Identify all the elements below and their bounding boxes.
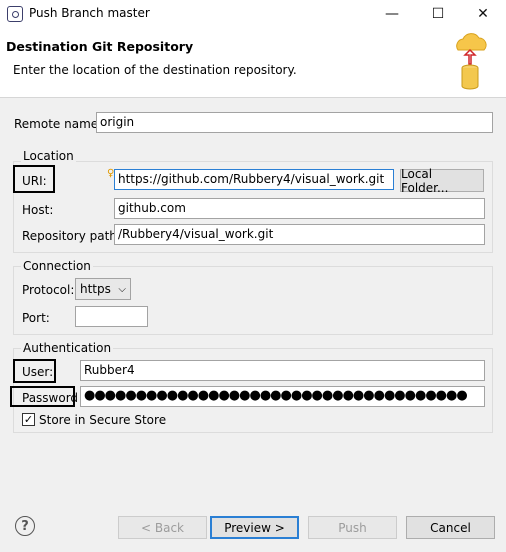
wizard-banner: Destination Git Repository Enter the loc… [0,28,506,98]
help-icon[interactable]: ? [15,516,35,536]
push-button[interactable]: Push [308,516,397,539]
close-button[interactable]: ✕ [460,0,506,28]
host-input[interactable]: github.com [114,198,485,219]
title-bar: Push Branch master — ☐ ✕ [0,0,506,28]
local-folder-button[interactable]: Local Folder... [400,167,484,195]
port-input[interactable] [75,306,148,327]
preview-button[interactable]: Preview > [210,516,299,539]
repository-path-label: Repository path: [22,229,121,243]
minimize-button[interactable]: — [369,0,415,28]
password-input[interactable]: ●●●●●●●●●●●●●●●●●●●●●●●●●●●●●●●●●●●●● [80,386,485,407]
uri-label: URI: [22,174,47,188]
authentication-group-label: Authentication [21,341,114,355]
password-label: Password [22,391,79,405]
connection-group-label: Connection [21,259,93,273]
window-title: Push Branch master [29,6,150,20]
user-input[interactable]: Rubber4 [80,360,485,381]
page-description: Enter the location of the destination re… [13,63,297,77]
eclipse-app-icon [7,6,23,22]
back-button[interactable]: < Back [118,516,207,539]
remote-name-input[interactable]: origin [96,112,493,133]
chevron-down-icon: ⌵ [118,283,126,295]
protocol-label: Protocol: [22,283,75,297]
uri-input[interactable]: https://github.com/Rubbery4/visual_work.… [114,169,394,190]
protocol-value: https [80,282,111,296]
cancel-button[interactable]: Cancel [406,516,495,539]
cloud-repository-icon [456,33,487,90]
remote-name-label: Remote name: [14,117,103,131]
repository-path-input[interactable]: /Rubbery4/visual_work.git [114,224,485,245]
user-label: User: [22,365,54,379]
maximize-button[interactable]: ☐ [415,0,461,28]
port-label: Port: [22,311,50,325]
host-label: Host: [22,203,54,217]
location-group-label: Location [21,149,76,163]
store-secure-label: Store in Secure Store [39,413,167,427]
protocol-select[interactable]: https ⌵ [75,278,131,300]
page-title: Destination Git Repository [6,39,194,54]
store-secure-checkbox[interactable]: ✓ [22,413,35,426]
